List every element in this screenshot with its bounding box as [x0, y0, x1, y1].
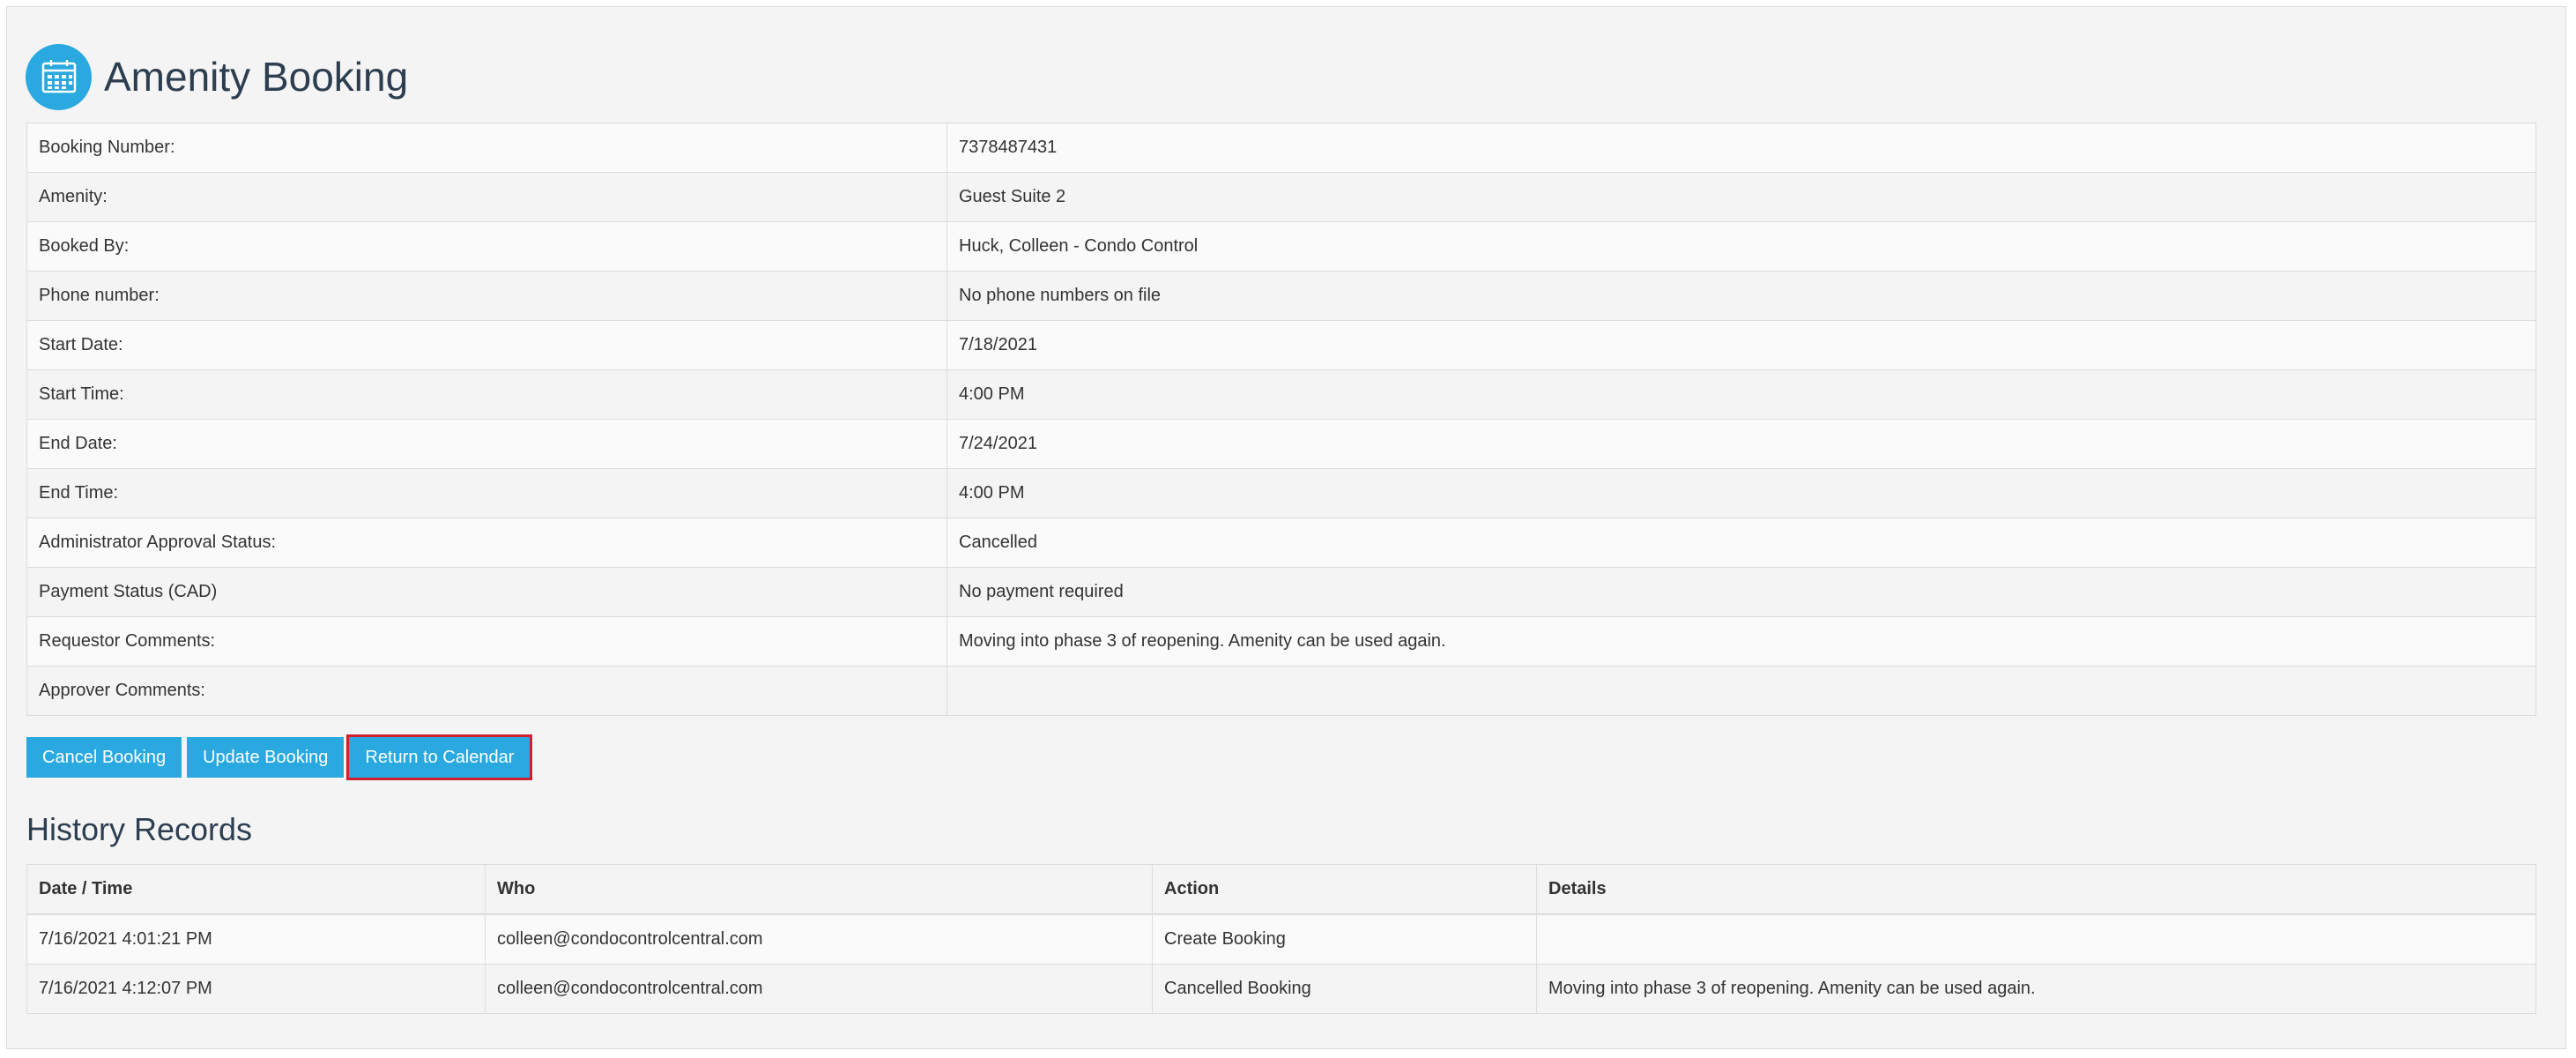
history-date-time: 7/16/2021 4:01:21 PM	[26, 913, 486, 965]
cancel-booking-button[interactable]: Cancel Booking	[26, 737, 182, 778]
detail-value: 7/18/2021	[947, 320, 2536, 370]
detail-row-phone-number: Phone number: No phone numbers on file	[26, 271, 2536, 321]
detail-value: 4:00 PM	[947, 468, 2536, 518]
detail-label: Booking Number:	[26, 123, 947, 173]
detail-label: Requestor Comments:	[26, 616, 947, 667]
history-details	[1536, 913, 2536, 965]
detail-value: Guest Suite 2	[947, 172, 2536, 222]
detail-row-booking-number: Booking Number: 7378487431	[26, 123, 2536, 173]
page-header: Amenity Booking	[26, 41, 408, 112]
detail-label: Phone number:	[26, 271, 947, 321]
detail-row-approval-status: Administrator Approval Status: Cancelled	[26, 518, 2536, 568]
calendar-icon	[26, 43, 92, 110]
detail-value: Huck, Colleen - Condo Control	[947, 221, 2536, 272]
detail-value: No phone numbers on file	[947, 271, 2536, 321]
detail-value: 7378487431	[947, 123, 2536, 173]
detail-row-amenity: Amenity: Guest Suite 2	[26, 172, 2536, 222]
detail-row-requestor-comments: Requestor Comments: Moving into phase 3 …	[26, 616, 2536, 667]
detail-row-booked-by: Booked By: Huck, Colleen - Condo Control	[26, 221, 2536, 272]
history-header-row: Date / Time Who Action Details	[26, 864, 2536, 915]
history-date-time: 7/16/2021 4:12:07 PM	[26, 964, 486, 1014]
detail-label: End Date:	[26, 419, 947, 469]
detail-row-start-time: Start Time: 4:00 PM	[26, 369, 2536, 420]
detail-row-end-time: End Time: 4:00 PM	[26, 468, 2536, 518]
detail-label: Approver Comments:	[26, 666, 947, 716]
detail-value: 7/24/2021	[947, 419, 2536, 469]
detail-label: Start Date:	[26, 320, 947, 370]
detail-label: Start Time:	[26, 369, 947, 420]
table-row: 7/16/2021 4:01:21 PM colleen@condocontro…	[26, 913, 2536, 965]
detail-value: 4:00 PM	[947, 369, 2536, 420]
column-header-action: Action	[1152, 864, 1537, 915]
history-title: History Records	[26, 811, 253, 847]
update-booking-button[interactable]: Update Booking	[187, 737, 345, 778]
history-who: colleen@condocontrolcentral.com	[485, 913, 1153, 965]
booking-details-table: Booking Number: 7378487431 Amenity: Gues…	[26, 123, 2536, 716]
detail-label: Amenity:	[26, 172, 947, 222]
history-who: colleen@condocontrolcentral.com	[485, 964, 1153, 1014]
detail-label: End Time:	[26, 468, 947, 518]
action-buttons: Cancel Booking Update Booking Return to …	[26, 734, 533, 780]
table-row: 7/16/2021 4:12:07 PM colleen@condocontro…	[26, 964, 2536, 1014]
detail-label: Administrator Approval Status:	[26, 518, 947, 568]
history-details: Moving into phase 3 of reopening. Amenit…	[1536, 964, 2536, 1014]
detail-row-approver-comments: Approver Comments:	[26, 666, 2536, 716]
history-action: Cancelled Booking	[1152, 964, 1537, 1014]
detail-value	[947, 666, 2536, 716]
detail-value: No payment required	[947, 567, 2536, 617]
column-header-details: Details	[1536, 864, 2536, 915]
history-table: Date / Time Who Action Details 7/16/2021…	[26, 864, 2536, 1014]
detail-label: Booked By:	[26, 221, 947, 272]
detail-label: Payment Status (CAD)	[26, 567, 947, 617]
detail-row-payment-status: Payment Status (CAD) No payment required	[26, 567, 2536, 617]
detail-value: Moving into phase 3 of reopening. Amenit…	[947, 616, 2536, 667]
history-action: Create Booking	[1152, 913, 1537, 965]
detail-row-end-date: End Date: 7/24/2021	[26, 419, 2536, 469]
page-title: Amenity Booking	[104, 54, 409, 100]
column-header-date-time: Date / Time	[26, 864, 486, 915]
detail-value: Cancelled	[947, 518, 2536, 568]
return-to-calendar-button[interactable]: Return to Calendar	[346, 734, 533, 780]
column-header-who: Who	[485, 864, 1153, 915]
detail-row-start-date: Start Date: 7/18/2021	[26, 320, 2536, 370]
